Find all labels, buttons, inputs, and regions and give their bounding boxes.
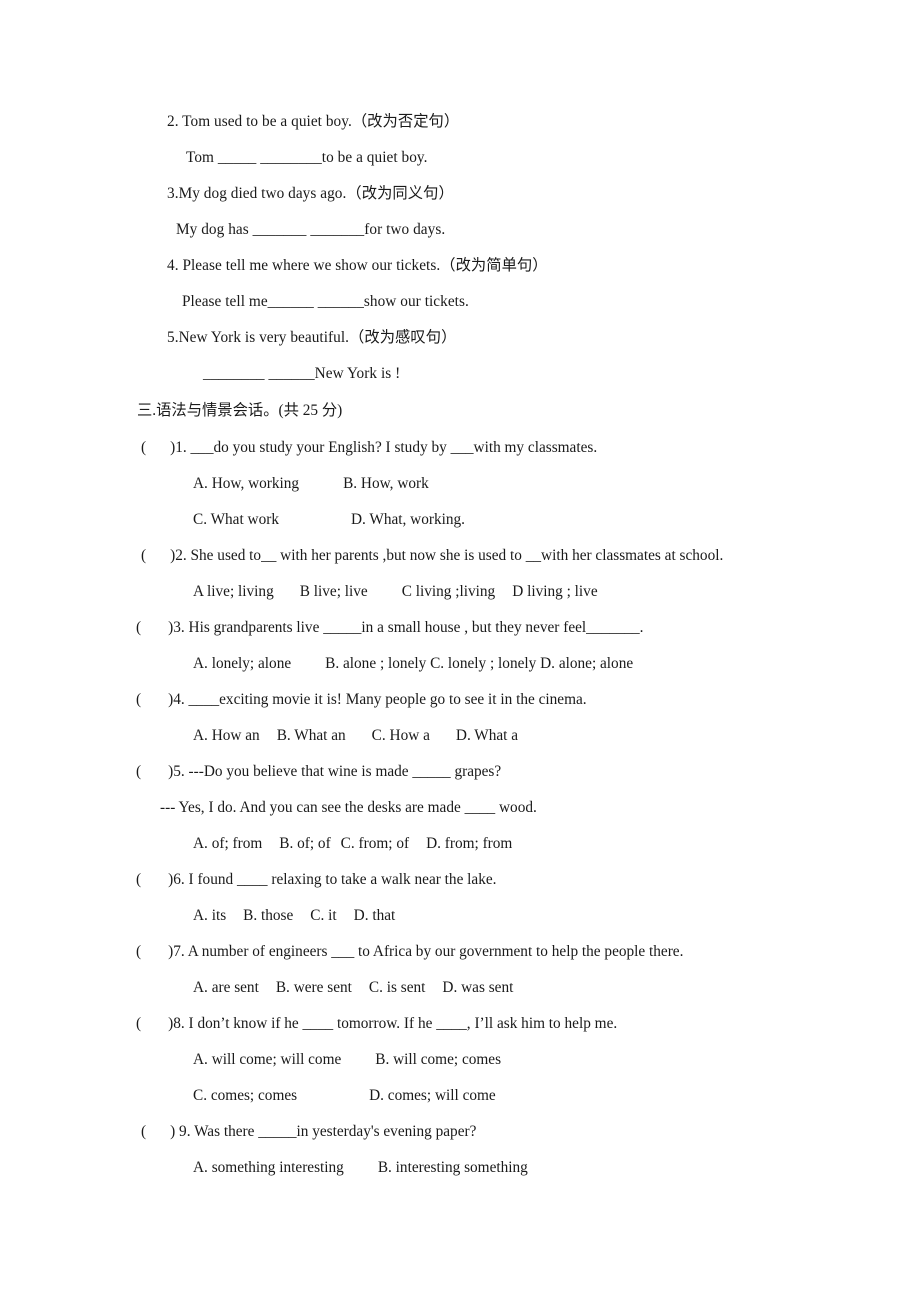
option-d[interactable]: D. that	[354, 907, 396, 924]
answer-bracket-open[interactable]: (	[136, 1015, 141, 1032]
answer-bracket-open[interactable]: (	[141, 1123, 146, 1140]
mc-question-stem: ()1. ___do you study your English? I stu…	[0, 430, 920, 466]
answer-bracket-open[interactable]: (	[136, 763, 141, 780]
transform-item-stem: 3.My dog died two days ago.（改为同义句）	[167, 185, 454, 202]
dialogue-reply-line: --- Yes, I do. And you can see the desks…	[160, 799, 537, 816]
question-number: 2.	[175, 547, 187, 564]
question-number: 3.	[173, 619, 185, 636]
mc-question-stem: ()4. ____exciting movie it is! Many peop…	[0, 682, 920, 718]
mc-question-stem: ()2. She used to__ with her parents ,but…	[0, 538, 920, 574]
transform-item-stem: 4. Please tell me where we show our tick…	[167, 257, 548, 274]
question-text: A number of engineers ___ to Africa by o…	[187, 943, 684, 960]
answer-bracket-open[interactable]: (	[136, 691, 141, 708]
answer-bracket-open[interactable]: (	[141, 439, 146, 456]
option-a[interactable]: A. How an	[193, 727, 260, 744]
option-b[interactable]: B. What an	[277, 727, 346, 744]
option-a[interactable]: A live; living	[193, 583, 274, 600]
mc-question-stem: ()5. ---Do you believe that wine is made…	[0, 754, 920, 790]
mc-option-line: A. How, working B. How, work	[0, 466, 920, 502]
transform-item-answer[interactable]: Tom _____ ________to be a quiet boy.	[0, 140, 920, 176]
question-number: 9.	[179, 1123, 191, 1140]
mc-option-line: A. its B. those C. it D. that	[0, 898, 920, 934]
answer-bracket-open[interactable]: (	[136, 871, 141, 888]
question-text: I don’t know if he ____ tomorrow. If he …	[188, 1015, 618, 1032]
option-c[interactable]: C. How a	[372, 727, 430, 744]
mc-option-line: C. What work D. What, working.	[0, 502, 920, 538]
answer-bracket-close: )	[170, 1123, 176, 1140]
option-a[interactable]: A. lonely; alone	[193, 655, 291, 672]
option-b[interactable]: B live; live	[300, 583, 368, 600]
question-text: ____exciting movie it is! Many people go…	[188, 691, 587, 708]
mc-option-line: A. are sent B. were sent C. is sent D. was …	[0, 970, 920, 1006]
mc-question-stem: ()8. I don’t know if he ____ tomorrow. I…	[0, 1006, 920, 1042]
answer-bracket-open[interactable]: (	[136, 619, 141, 636]
section-heading-three: 三.语法与情景会话。(共 25 分)	[137, 402, 343, 419]
question-text: His grandparents live _____in a small ho…	[188, 619, 644, 636]
mc-question-stem: ()7. A number of engineers ___ to Africa…	[0, 934, 920, 970]
option-b[interactable]: B. those	[243, 907, 293, 924]
question-text: She used to__ with her parents ,but now …	[190, 547, 724, 564]
question-text: ___do you study your English? I study by…	[190, 439, 598, 456]
option-a[interactable]: A. of; from	[193, 835, 262, 852]
mc-option-line: A. How an B. What an C. How a D. What a	[0, 718, 920, 754]
option-d[interactable]: D living ; live	[512, 583, 597, 600]
question-number: 8.	[173, 1015, 185, 1032]
mc-option-line: A. lonely; alone B. alone ; lonely C. lon…	[0, 646, 920, 682]
mc-question-stem: ()6. I found ____ relaxing to take a wal…	[0, 862, 920, 898]
mc-question-stem: ()3. His grandparents live _____in a sma…	[0, 610, 920, 646]
option-d[interactable]: D. comes; will come	[369, 1087, 496, 1104]
option-c[interactable]: C. it	[310, 907, 336, 924]
transform-item-stem: 5.New York is very beautiful.（改为感叹句）	[167, 329, 457, 346]
option-b[interactable]: B. will come; comes	[375, 1051, 501, 1068]
option-c[interactable]: C. from; of	[341, 835, 409, 852]
option-b[interactable]: B. How, work	[343, 475, 429, 492]
option-d[interactable]: D. What a	[456, 727, 518, 744]
option-a[interactable]: A. will come; will come	[193, 1051, 341, 1068]
question-number: 7.	[173, 943, 185, 960]
answer-bracket-open[interactable]: (	[141, 547, 146, 564]
option-a[interactable]: A. How, working	[193, 475, 299, 492]
exam-page: 2. Tom used to be a quiet boy.（改为否定句） To…	[0, 0, 920, 1302]
mc-question-stem: () 9. Was there _____in yesterday's even…	[0, 1114, 920, 1150]
transform-item-stem: 2. Tom used to be a quiet boy.（改为否定句）	[167, 113, 460, 130]
mc-option-line: C. comes; comes D. comes; will come	[0, 1078, 920, 1114]
page-content: 2. Tom used to be a quiet boy.（改为否定句） To…	[0, 104, 920, 1186]
option-a[interactable]: A. are sent	[193, 979, 259, 996]
question-text: I found ____ relaxing to take a walk nea…	[188, 871, 497, 888]
transform-item-answer[interactable]: Please tell me______ ______show our tick…	[0, 284, 920, 320]
transform-item-answer[interactable]: ________ ______New York is !	[0, 356, 920, 392]
option-c[interactable]: C. comes; comes	[193, 1087, 297, 1104]
question-number: 4.	[173, 691, 185, 708]
question-number: 6.	[173, 871, 185, 888]
option-b[interactable]: B. interesting something	[378, 1159, 528, 1176]
transform-item-answer[interactable]: My dog has _______ _______for two days.	[0, 212, 920, 248]
option-c[interactable]: C living ;living	[402, 583, 496, 600]
question-text: Was there _____in yesterday's evening pa…	[194, 1123, 477, 1140]
option-a[interactable]: A. something interesting	[193, 1159, 344, 1176]
option-c[interactable]: C. is sent	[369, 979, 426, 996]
option-b[interactable]: B. of; of	[279, 835, 330, 852]
mc-option-line: A. will come; will come B. will come; com…	[0, 1042, 920, 1078]
option-c[interactable]: C. What work	[193, 511, 279, 528]
answer-bracket-open[interactable]: (	[136, 943, 141, 960]
option-d[interactable]: D. from; from	[426, 835, 512, 852]
option-d[interactable]: D. was sent	[442, 979, 513, 996]
question-number: 1.	[175, 439, 187, 456]
option-d[interactable]: D. What, working.	[351, 511, 465, 528]
question-number: 5.	[173, 763, 185, 780]
option-b[interactable]: B. were sent	[276, 979, 352, 996]
option-bcd[interactable]: B. alone ; lonely C. lonely ; lonely D. …	[325, 655, 633, 672]
mc-option-line: A live; living B live; live C living ;livi…	[0, 574, 920, 610]
option-a[interactable]: A. its	[193, 907, 226, 924]
mc-option-line: A. something interesting B. interesting s…	[0, 1150, 920, 1186]
mc-option-line: A. of; from B. of; of C. from; of D. from; …	[0, 826, 920, 862]
question-text: ---Do you believe that wine is made ____…	[188, 763, 502, 780]
